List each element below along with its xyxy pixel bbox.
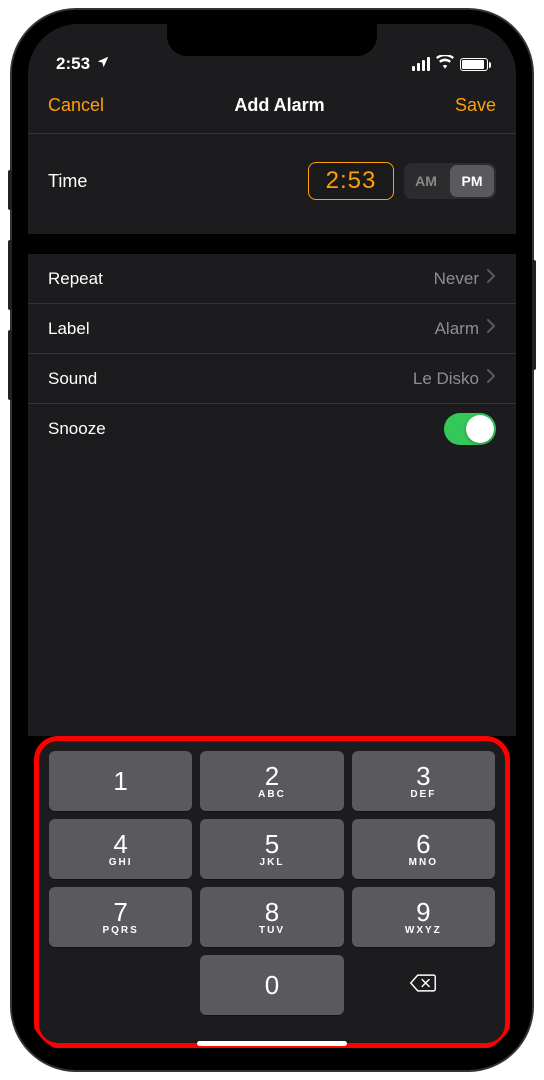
label-row[interactable]: Label Alarm bbox=[28, 304, 516, 354]
key-sub: MNO bbox=[409, 857, 438, 868]
key-1[interactable]: 1 bbox=[49, 751, 192, 811]
time-input[interactable]: 2:53 bbox=[308, 162, 394, 200]
nav-bar: Cancel Add Alarm Save bbox=[28, 78, 516, 134]
phone-frame: 2:53 Cancel Add Alarm Save T bbox=[12, 10, 532, 1070]
key-sub: JKL bbox=[260, 857, 285, 868]
sound-value: Le Disko bbox=[413, 369, 479, 389]
page-title: Add Alarm bbox=[234, 95, 324, 116]
label-row-value: Alarm bbox=[435, 319, 479, 339]
numeric-keypad-highlight: 1 2 ABC 3 DEF 4 GHI bbox=[34, 736, 510, 1048]
key-num: 2 bbox=[265, 763, 279, 789]
battery-icon bbox=[460, 58, 488, 71]
key-9[interactable]: 9 WXYZ bbox=[352, 887, 495, 947]
key-num: 7 bbox=[113, 899, 127, 925]
save-button[interactable]: Save bbox=[455, 95, 496, 116]
backspace-key[interactable] bbox=[352, 955, 495, 1015]
key-num: 9 bbox=[416, 899, 430, 925]
time-value: 2:53 bbox=[326, 167, 377, 194]
key-6[interactable]: 6 MNO bbox=[352, 819, 495, 879]
sound-label: Sound bbox=[48, 369, 97, 389]
notch bbox=[167, 24, 377, 56]
key-4[interactable]: 4 GHI bbox=[49, 819, 192, 879]
key-num: 5 bbox=[265, 831, 279, 857]
repeat-row[interactable]: Repeat Never bbox=[28, 254, 516, 304]
key-num: 6 bbox=[416, 831, 430, 857]
key-5[interactable]: 5 JKL bbox=[200, 819, 343, 879]
key-8[interactable]: 8 TUV bbox=[200, 887, 343, 947]
sound-row[interactable]: Sound Le Disko bbox=[28, 354, 516, 404]
snooze-label: Snooze bbox=[48, 419, 106, 439]
settings-list: Repeat Never Label Alarm bbox=[28, 254, 516, 454]
location-arrow-icon bbox=[96, 54, 110, 74]
key-num: 4 bbox=[113, 831, 127, 857]
chevron-right-icon bbox=[487, 269, 496, 288]
key-num: 1 bbox=[113, 768, 127, 794]
volume-down-button[interactable] bbox=[8, 330, 12, 400]
spacer bbox=[28, 454, 516, 736]
cellular-signal-icon bbox=[412, 57, 430, 71]
label-row-label: Label bbox=[48, 319, 90, 339]
am-button[interactable]: AM bbox=[404, 163, 448, 199]
time-label: Time bbox=[48, 171, 87, 192]
volume-up-button[interactable] bbox=[8, 240, 12, 310]
chevron-right-icon bbox=[487, 369, 496, 388]
repeat-value: Never bbox=[434, 269, 479, 289]
home-indicator[interactable] bbox=[197, 1041, 347, 1046]
key-sub: GHI bbox=[109, 857, 133, 868]
key-7[interactable]: 7 PQRS bbox=[49, 887, 192, 947]
wifi-icon bbox=[436, 54, 454, 74]
key-2[interactable]: 2 ABC bbox=[200, 751, 343, 811]
key-0[interactable]: 0 bbox=[200, 955, 343, 1015]
key-sub: ABC bbox=[258, 789, 286, 800]
cancel-button[interactable]: Cancel bbox=[48, 95, 104, 116]
key-sub: WXYZ bbox=[405, 925, 442, 936]
numeric-keypad: 1 2 ABC 3 DEF 4 GHI bbox=[49, 751, 495, 1015]
key-num: 3 bbox=[416, 763, 430, 789]
chevron-right-icon bbox=[487, 319, 496, 338]
ampm-toggle[interactable]: AM PM bbox=[404, 163, 496, 199]
content: Time 2:53 AM PM Repeat Never bbox=[28, 134, 516, 1054]
section-gap bbox=[28, 234, 516, 254]
pm-button[interactable]: PM bbox=[450, 165, 494, 197]
repeat-label: Repeat bbox=[48, 269, 103, 289]
key-num: 8 bbox=[265, 899, 279, 925]
key-sub: DEF bbox=[410, 789, 436, 800]
key-sub: TUV bbox=[259, 925, 285, 936]
key-3[interactable]: 3 DEF bbox=[352, 751, 495, 811]
backspace-icon bbox=[409, 973, 437, 998]
snooze-toggle[interactable] bbox=[444, 413, 496, 445]
snooze-row: Snooze bbox=[28, 404, 516, 454]
time-row: Time 2:53 AM PM bbox=[28, 134, 516, 234]
screen: 2:53 Cancel Add Alarm Save T bbox=[28, 24, 516, 1054]
status-time: 2:53 bbox=[56, 54, 90, 74]
mute-switch[interactable] bbox=[8, 170, 12, 210]
key-sub: PQRS bbox=[102, 925, 138, 936]
key-blank bbox=[49, 955, 192, 1015]
key-num: 0 bbox=[265, 972, 279, 998]
power-button[interactable] bbox=[532, 260, 536, 370]
